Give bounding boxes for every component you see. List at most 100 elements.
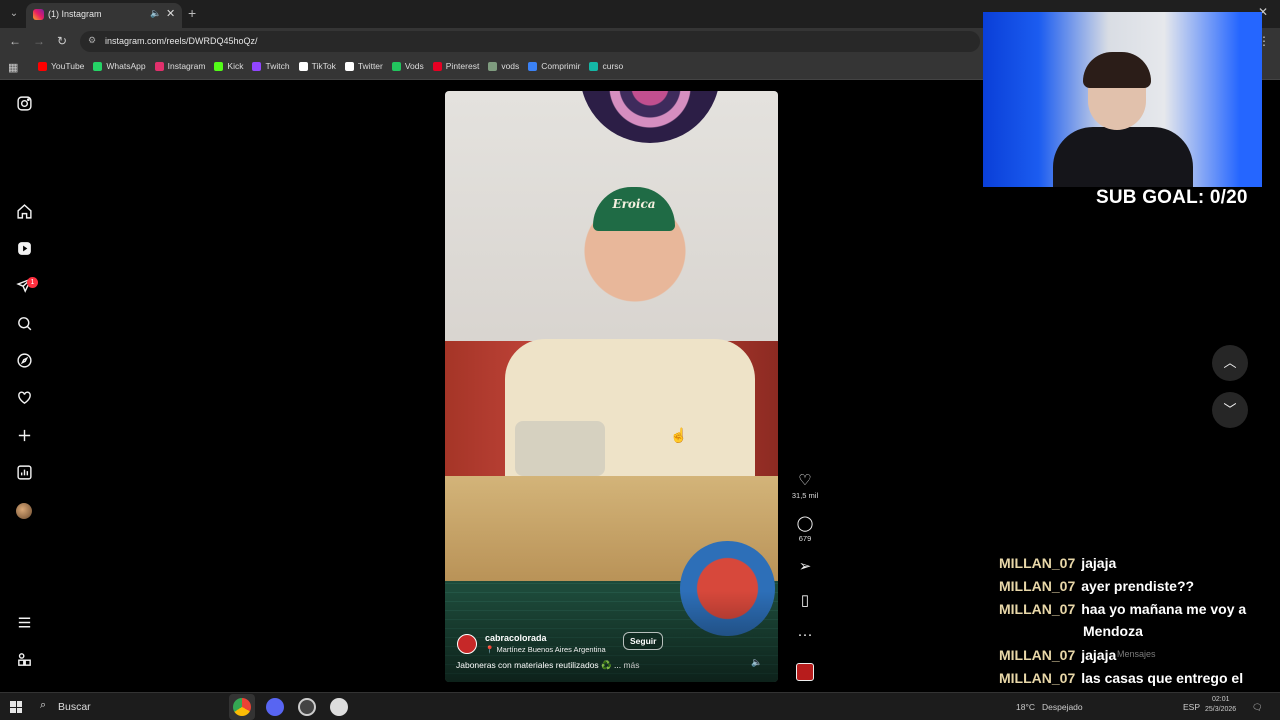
chat-message: MILLAN_07 jajaja <box>999 644 1116 666</box>
bookmark-instagram[interactable]: Instagram <box>154 61 206 71</box>
bookmark-icon[interactable]: ▯ <box>790 592 820 610</box>
bookmark-pinterest[interactable]: Pinterest <box>432 61 479 71</box>
bookmark-vods[interactable]: vods <box>488 61 519 71</box>
bookmark-label: Instagram <box>167 61 206 71</box>
comment-action[interactable]: ◯ 679 <box>790 515 820 543</box>
bookmark-comprimir[interactable]: Comprimir <box>528 61 580 71</box>
back-icon[interactable]: ← <box>9 34 21 48</box>
bookmark-twitter[interactable]: Twitter <box>344 61 383 71</box>
like-action[interactable]: ♡ 31,5 mil <box>790 472 820 500</box>
create-plus-icon[interactable] <box>14 427 34 447</box>
comment-bubble-icon[interactable]: ◯ <box>790 515 820 533</box>
streamer-webcam <box>983 12 1262 187</box>
like-heart-icon[interactable]: ♡ <box>790 472 820 490</box>
language-indicator[interactable]: ESP <box>1183 702 1200 712</box>
chevron-down-icon: ﹀ <box>1223 402 1237 417</box>
search-icon[interactable] <box>14 315 34 335</box>
reels-icon[interactable] <box>14 240 34 260</box>
weather-state[interactable]: Despejado <box>1042 702 1083 712</box>
bookmark-label: WhatsApp <box>106 61 146 71</box>
follow-button[interactable]: Seguir <box>623 632 664 650</box>
chat-text: las casas que entrego el <box>1081 670 1244 686</box>
forward-icon[interactable]: → <box>33 34 45 48</box>
bookmark-kick[interactable]: Kick <box>214 61 243 71</box>
new-tab-icon[interactable]: + <box>188 5 196 21</box>
instagram-favicon-icon <box>33 9 44 20</box>
chat-text: ayer prendiste?? <box>1081 578 1195 594</box>
share-send-icon[interactable]: ➢ <box>790 558 820 576</box>
site-info-icon[interactable]: ⚙ <box>88 35 96 46</box>
reel-caption: Jaboneras con materiales reutilizados ♻️… <box>456 660 640 671</box>
chat-text: jajaja <box>1081 555 1117 571</box>
chat-message: MILLAN_07 las casas que entrego el <box>999 667 1243 689</box>
chat-message-continuation: Mendoza <box>1083 623 1143 639</box>
bookmark-curso[interactable]: curso <box>589 61 623 71</box>
chat-text: haa yo mañana me voy a <box>1081 601 1247 617</box>
bookmark-twitch[interactable]: Twitch <box>252 61 290 71</box>
author-username[interactable]: cabracolorada <box>485 633 547 643</box>
whatsapp-icon <box>93 61 103 71</box>
reel-video[interactable]: Eroica cabracolorada 📍 Martínez Buenos A… <box>445 91 778 682</box>
weather-temp[interactable]: 18°C <box>1016 702 1035 712</box>
windows-taskbar: ⌕ Buscar 18°C Despejado ESP 02:01 25/3/2… <box>0 692 1280 720</box>
curso-icon <box>589 61 599 71</box>
instagram-sidebar: 1 <box>0 81 48 692</box>
bookmark-whatsapp[interactable]: WhatsApp <box>93 61 146 71</box>
dashboard-icon[interactable] <box>14 464 34 484</box>
stream-chat-overlay: MILLAN_07 jajaja MILLAN_07 ayer prendiste?… <box>987 552 1271 692</box>
browser-tab[interactable]: (1) Instagram 🔈 ✕ <box>26 3 182 28</box>
bookmark-youtube[interactable]: YouTube <box>38 61 84 71</box>
reel-audio-thumbnail[interactable] <box>796 663 814 681</box>
author-avatar[interactable] <box>457 634 477 654</box>
clock-date[interactable]: 25/3/2026 <box>1205 706 1236 713</box>
more-dots-icon[interactable]: ··· <box>790 626 820 644</box>
save-action[interactable]: ▯ <box>790 592 820 610</box>
app-icon[interactable] <box>330 698 348 716</box>
discord-icon[interactable] <box>266 698 284 716</box>
heart-icon[interactable] <box>14 389 34 409</box>
profile-avatar[interactable] <box>16 503 32 519</box>
clock-time[interactable]: 02:01 <box>1212 696 1230 703</box>
pinterest-icon <box>432 61 442 71</box>
taskbar-search[interactable]: ⌕ Buscar <box>32 696 222 718</box>
home-icon[interactable] <box>14 203 34 223</box>
chat-nick: MILLAN_07 <box>999 601 1076 617</box>
sub-goal-label: SUB GOAL: 0/20 <box>1096 187 1248 208</box>
comprimir-icon <box>528 61 538 71</box>
explore-compass-icon[interactable] <box>14 352 34 372</box>
instagram-icon <box>154 61 164 71</box>
messages-label[interactable]: Mensajes <box>1117 649 1156 659</box>
screen: ⌄ (1) Instagram 🔈 ✕ + ✕ ← → ↻ ⚙ instagra… <box>0 0 1280 720</box>
webcam-person-body <box>1053 127 1193 187</box>
more-options-action[interactable]: ··· <box>790 626 820 644</box>
address-url[interactable]: instagram.com/reels/DWRDQ45hoQz/ <box>105 36 258 46</box>
comment-count: 679 <box>798 534 812 543</box>
menu-hamburger-icon[interactable] <box>14 614 34 634</box>
instagram-logo-icon[interactable] <box>14 95 34 115</box>
notifications-icon[interactable]: 🗨 <box>1252 702 1263 713</box>
apps-grid-icon[interactable]: ▦ <box>8 61 18 74</box>
vods-icon <box>391 61 401 71</box>
bookmark-label: TikTok <box>311 61 336 71</box>
search-icon: ⌕ <box>40 699 47 711</box>
volume-icon[interactable]: 🔈 <box>751 657 762 668</box>
location-label[interactable]: 📍 Martínez Buenos Aires Argentina <box>485 645 606 654</box>
tab-search-icon[interactable]: ⌄ <box>6 6 22 22</box>
tab-close-icon[interactable]: ✕ <box>166 7 175 20</box>
bookmark-tiktok[interactable]: TikTok <box>298 61 336 71</box>
address-bar[interactable]: ⚙ instagram.com/reels/DWRDQ45hoQz/ <box>80 31 980 52</box>
reload-icon[interactable]: ↻ <box>57 34 67 48</box>
windows-start-icon[interactable] <box>10 701 22 713</box>
chat-nick: MILLAN_07 <box>999 647 1076 663</box>
previous-reel-button[interactable]: ︿ <box>1212 345 1248 381</box>
caption-more-link[interactable]: más <box>623 660 639 670</box>
obs-icon[interactable] <box>298 698 316 716</box>
chrome-icon[interactable] <box>233 698 251 716</box>
chat-text: jajaja <box>1081 647 1117 663</box>
share-action[interactable]: ➢ <box>790 558 820 576</box>
tab-audio-icon[interactable]: 🔈 <box>150 8 161 19</box>
also-from-meta-icon[interactable] <box>14 651 34 671</box>
bookmark-vods[interactable]: Vods <box>391 61 424 71</box>
sewing-machine-motor <box>515 421 605 476</box>
next-reel-button[interactable]: ﹀ <box>1212 392 1248 428</box>
